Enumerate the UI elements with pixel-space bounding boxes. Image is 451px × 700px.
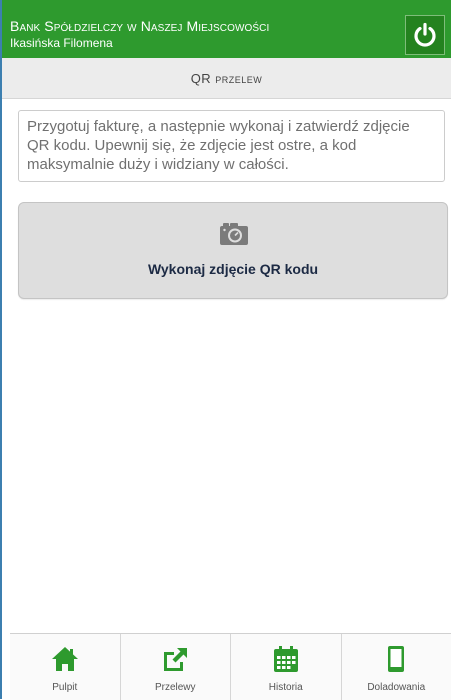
page-title: QR przelew bbox=[2, 58, 451, 99]
nav-item-pulpit[interactable]: Pulpit bbox=[10, 634, 120, 700]
power-icon bbox=[412, 22, 438, 48]
logout-button[interactable] bbox=[405, 15, 445, 55]
bottom-navigation: Pulpit Przelewy Historia Doladowania bbox=[10, 633, 451, 700]
home-icon bbox=[50, 644, 80, 674]
nav-item-doladowania[interactable]: Doladowania bbox=[341, 634, 451, 700]
bank-name: Bank Spółdzielczy w Naszej Miejscowości bbox=[10, 18, 269, 34]
instructions-text: Przygotuj fakturę, a następnie wykonaj i… bbox=[18, 110, 445, 182]
share-icon bbox=[160, 644, 190, 674]
take-qr-photo-label: Wykonaj zdjęcie QR kodu bbox=[19, 261, 447, 277]
mobile-icon bbox=[381, 644, 411, 674]
nav-label-doladowania: Doladowania bbox=[342, 682, 451, 693]
camera-icon bbox=[218, 220, 250, 246]
nav-item-historia[interactable]: Historia bbox=[230, 634, 341, 700]
calendar-icon bbox=[271, 644, 301, 674]
take-qr-photo-button[interactable]: Wykonaj zdjęcie QR kodu bbox=[18, 202, 448, 299]
nav-label-pulpit: Pulpit bbox=[10, 682, 120, 693]
nav-item-przelewy[interactable]: Przelewy bbox=[120, 634, 231, 700]
user-name: Ikasińska Filomena bbox=[10, 36, 113, 50]
nav-label-historia: Historia bbox=[231, 682, 341, 693]
nav-label-przelewy: Przelewy bbox=[121, 682, 231, 693]
app-header: Bank Spółdzielczy w Naszej Miejscowości … bbox=[2, 0, 451, 58]
left-edge-rule bbox=[0, 0, 2, 699]
